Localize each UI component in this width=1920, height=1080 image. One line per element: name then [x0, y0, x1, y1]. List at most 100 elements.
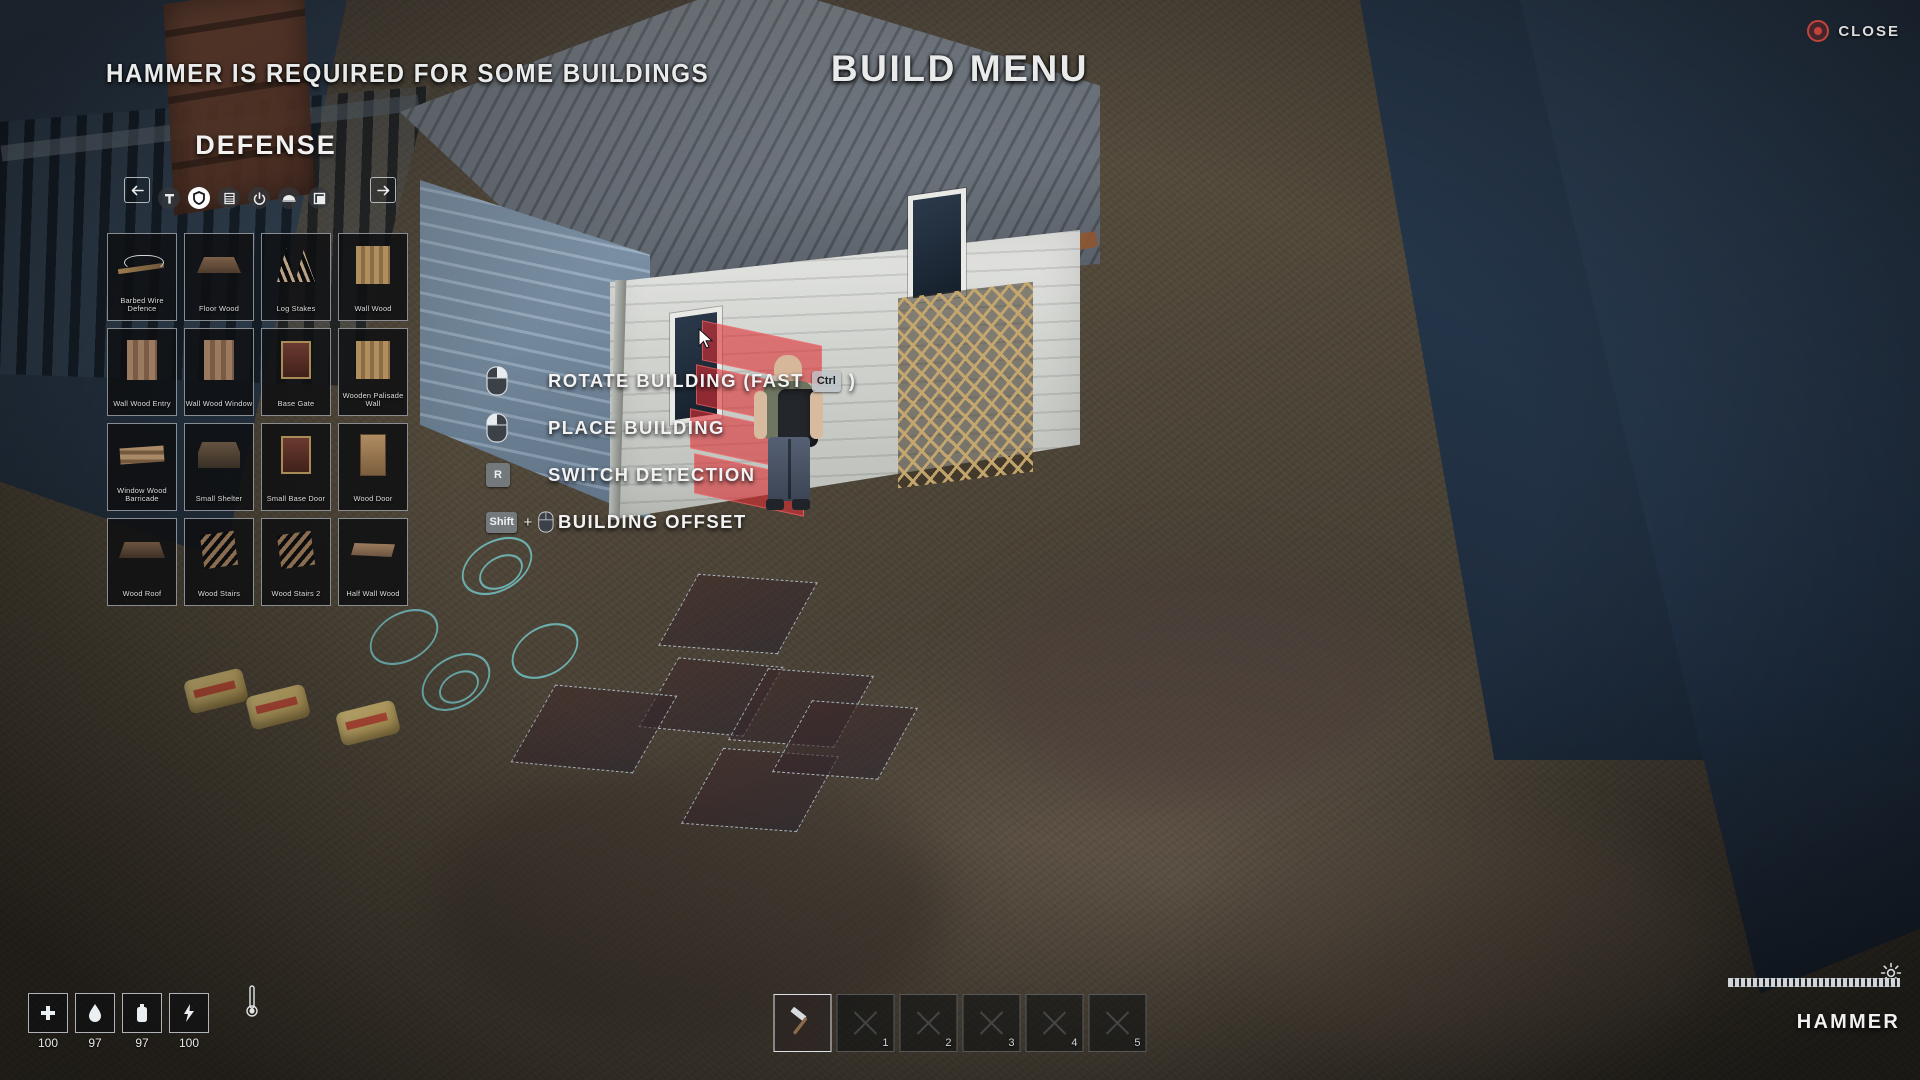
build-item-thumbnail [108, 329, 176, 391]
hotbar-slot-number: 1 [882, 1037, 889, 1049]
hotbar: 1 2 3 4 5 [773, 994, 1147, 1052]
plus-sign: + [523, 513, 533, 531]
control-hints-list: ROTATE BUILDING (FAST Ctrl ) PLACE BUILD… [486, 358, 856, 546]
category-tab-power-icon[interactable] [248, 187, 270, 209]
build-item-thumbnail [339, 424, 407, 486]
build-item-label: Wall Wood Entry [113, 399, 171, 409]
energy-bolt-icon [169, 993, 209, 1033]
thermometer-icon [246, 985, 258, 1017]
build-item-cell[interactable]: Wood Stairs 2 [261, 518, 331, 606]
hammer-item-icon [790, 1007, 808, 1035]
category-icon-list [158, 187, 330, 209]
build-item-cell[interactable]: Base Gate [261, 328, 331, 416]
hint-rotate-building: ROTATE BUILDING (FAST Ctrl ) [486, 358, 856, 404]
empty-slot-icon [1105, 1011, 1130, 1035]
hotbar-slot[interactable] [773, 994, 832, 1052]
hotbar-slot[interactable]: 3 [962, 994, 1021, 1052]
build-item-cell[interactable]: Small Shelter [184, 423, 254, 511]
hint-offset-label: BUILDING OFFSET [558, 511, 747, 532]
health-cross-icon [28, 993, 68, 1033]
build-item-label: Wood Stairs 2 [271, 589, 321, 599]
build-item-thumbnail [262, 234, 330, 296]
category-tab-storage-icon[interactable] [218, 187, 240, 209]
build-item-label: Wood Stairs [197, 589, 241, 599]
build-item-label: Wood Door [353, 494, 393, 504]
build-item-label: Log Stakes [276, 304, 316, 314]
build-item-label: Small Base Door [266, 494, 326, 504]
build-item-thumbnail [262, 519, 330, 581]
build-item-cell[interactable]: Wooden Palisade Wall [338, 328, 408, 416]
build-item-thumbnail [339, 519, 407, 581]
page-title: BUILD MENU [830, 48, 1090, 89]
build-item-thumbnail [185, 519, 253, 581]
game-screen: HAMMER IS REQUIRED FOR SOME BUILDINGS BU… [0, 0, 1920, 1080]
build-item-cell[interactable]: Wood Roof [107, 518, 177, 606]
category-tab-bed-icon[interactable] [278, 187, 300, 209]
build-item-cell[interactable]: Wall Wood Entry [107, 328, 177, 416]
build-item-label: Window Wood Barricade [117, 486, 167, 504]
category-tab-shield-icon[interactable] [188, 187, 210, 209]
mouse-icon [538, 511, 554, 533]
hotbar-slot[interactable]: 4 [1025, 994, 1084, 1052]
status-stat: 100 [28, 993, 68, 1050]
build-item-thumbnail [339, 234, 407, 296]
build-item-label: Wall Wood Window [185, 399, 253, 409]
build-item-cell[interactable]: Wall Wood Window [184, 328, 254, 416]
empty-slot-icon [1042, 1011, 1067, 1035]
build-item-cell[interactable]: Window Wood Barricade [107, 423, 177, 511]
hint-offset-keys: Shift + [486, 510, 554, 534]
build-item-cell[interactable]: Wood Stairs [184, 518, 254, 606]
build-item-label: Wood Roof [122, 589, 162, 599]
arrow-left-icon[interactable] [124, 177, 150, 203]
water-bottle-icon [122, 993, 162, 1033]
category-title: DEFENSE [195, 130, 337, 160]
build-item-cell[interactable]: Half Wall Wood [338, 518, 408, 606]
category-tab-hammer-icon[interactable] [158, 187, 180, 209]
build-item-cell[interactable]: Floor Wood [184, 233, 254, 321]
build-item-label: Floor Wood [198, 304, 240, 314]
status-stat-value: 97 [135, 1036, 149, 1050]
hint-place-label: PLACE BUILDING [548, 417, 725, 438]
build-item-cell[interactable]: Log Stakes [261, 233, 331, 321]
build-item-label: Barbed Wire Defence [120, 296, 164, 314]
hotbar-slot[interactable]: 5 [1088, 994, 1147, 1052]
empty-slot-icon [916, 1011, 941, 1035]
equipped-item-panel: HAMMER [1728, 978, 1900, 1034]
build-item-cell[interactable]: Small Base Door [261, 423, 331, 511]
hint-switch-detection: R SWITCH DETECTION [486, 452, 856, 498]
status-stat-value: 100 [178, 1036, 200, 1050]
arrow-right-icon[interactable] [370, 177, 396, 203]
status-stat-value: 97 [88, 1036, 102, 1050]
equipped-item-name: HAMMER [1796, 1011, 1900, 1033]
close-button-label: CLOSE [1838, 22, 1900, 40]
build-item-thumbnail [339, 329, 407, 391]
mouse-right-button-icon [486, 366, 548, 396]
build-item-cell[interactable]: Wood Door [338, 423, 408, 511]
hint-offset-key: Shift [486, 511, 518, 533]
key-icon: R [486, 463, 548, 487]
empty-slot-icon [979, 1011, 1004, 1035]
build-item-thumbnail [108, 234, 176, 296]
buildable-items-grid: Barbed Wire Defence Floor Wood Log Stakes W… [96, 233, 436, 606]
build-item-label: Wall Wood [354, 304, 392, 314]
build-item-thumbnail [185, 234, 253, 296]
blood-drop-icon [75, 993, 115, 1033]
category-selector-row [96, 173, 436, 217]
hint-rotate-suffix: ) [848, 370, 857, 391]
build-item-cell[interactable]: Wall Wood [338, 233, 408, 321]
status-stat-value: 100 [37, 1036, 59, 1050]
close-button[interactable]: CLOSE [1807, 20, 1900, 42]
category-tab-panel-icon[interactable] [308, 187, 330, 209]
hotbar-slot[interactable]: 2 [899, 994, 958, 1052]
build-item-cell[interactable]: Barbed Wire Defence [107, 233, 177, 321]
durability-bar [1728, 978, 1900, 987]
hotbar-slot-number: 5 [1134, 1037, 1141, 1049]
player-status-bar: 100 97 97 100 [28, 993, 209, 1050]
build-item-thumbnail [262, 424, 330, 486]
hint-rotate-modifier-key: Ctrl [811, 370, 841, 392]
status-stat: 97 [122, 993, 162, 1050]
close-circle-icon [1807, 20, 1830, 42]
build-item-thumbnail [185, 329, 253, 391]
status-stat: 97 [75, 993, 115, 1050]
hotbar-slot[interactable]: 1 [836, 994, 895, 1052]
